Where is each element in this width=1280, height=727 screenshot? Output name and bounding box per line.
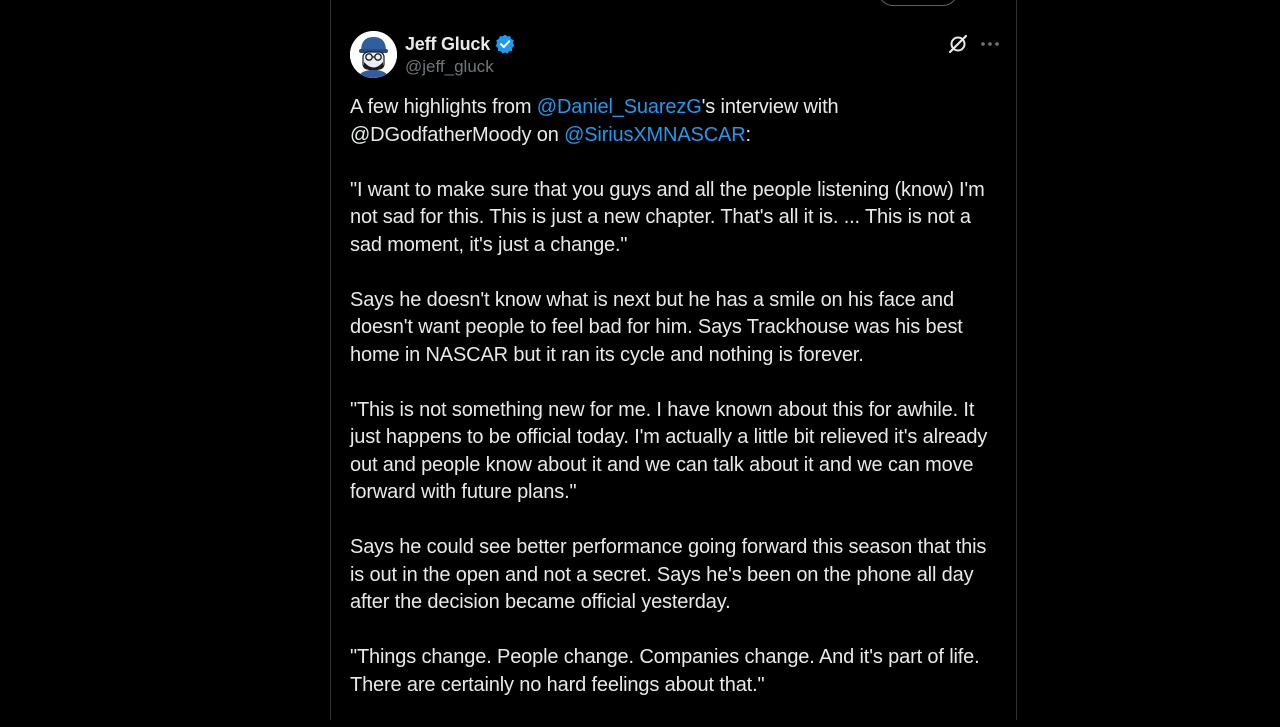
grok-icon[interactable]: [947, 33, 969, 55]
author-name-row[interactable]: Jeff Gluck: [405, 32, 516, 56]
intro-text: :: [745, 123, 752, 146]
tweet-intro: A few highlights from @Daniel_SuarezG's …: [350, 94, 1005, 149]
top-button[interactable]: [878, 0, 958, 6]
tweet-text: A few highlights from @Daniel_SuarezG's …: [350, 94, 1005, 727]
mention-link[interactable]: @SiriusXMNASCAR: [564, 124, 746, 146]
tweet-column: Jeff Gluck @jeff_gluck A few highlights …: [330, 0, 1017, 720]
more-options-icon[interactable]: [979, 33, 1001, 55]
author-display-name[interactable]: Jeff Gluck: [405, 34, 490, 55]
tweet-paragraph: "Things change. People change. Companies…: [350, 646, 980, 696]
tweet-paragraph: Says he could see better performance goi…: [350, 536, 987, 613]
intro-text: A few highlights from: [350, 96, 537, 118]
cartoon-avatar-icon: [350, 31, 397, 78]
tweet-paragraph: Says he doesn't know what is next but he…: [350, 288, 963, 366]
tweet-paragraph: "This is not something new for me. I hav…: [350, 398, 988, 504]
verified-badge-icon: [494, 33, 516, 55]
author-avatar[interactable]: [350, 31, 397, 78]
mention-link[interactable]: @Daniel_SuarezG: [537, 96, 702, 118]
author-handle[interactable]: @jeff_gluck: [405, 57, 494, 77]
tweet-paragraph: "I want to make sure that you guys and a…: [350, 178, 985, 256]
